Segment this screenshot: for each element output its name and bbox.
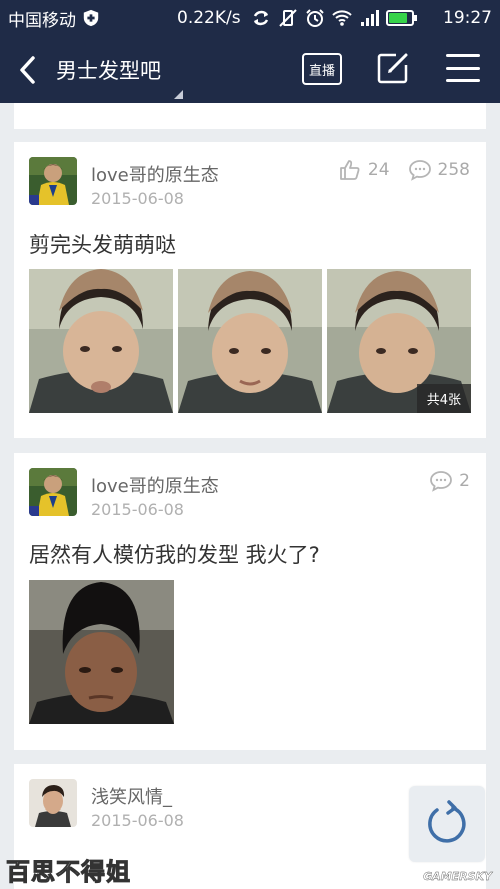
alarm-icon xyxy=(305,9,324,27)
shield-icon xyxy=(83,9,99,27)
sync-icon xyxy=(253,10,268,26)
compose-button[interactable] xyxy=(376,51,410,85)
network-speed: 0.22K/s xyxy=(177,8,241,28)
username[interactable]: 浅笑风情_ xyxy=(91,783,172,809)
live-button[interactable]: 直播 xyxy=(302,53,342,85)
chevron-left-icon xyxy=(20,55,35,84)
menu-icon-bar xyxy=(446,79,480,82)
battery-icon xyxy=(385,10,417,26)
post-stats: 24 258 xyxy=(338,158,470,182)
like-count: 24 xyxy=(367,160,390,180)
username[interactable]: love哥的原生态 xyxy=(91,472,219,498)
photo-count-badge: 共4张 xyxy=(416,384,471,413)
post-photo[interactable]: 共4张 xyxy=(327,269,471,413)
post-stats: 2 xyxy=(429,469,470,493)
post-photo[interactable] xyxy=(29,269,173,413)
battery-level xyxy=(388,13,408,23)
back-button[interactable] xyxy=(0,36,56,103)
avatar[interactable] xyxy=(29,468,77,516)
post-card[interactable]: love哥的原生态 2015-06-08 24 258 剪完头发萌萌哒 共4张 xyxy=(14,142,486,438)
menu-icon-bar xyxy=(446,54,480,57)
wifi-icon xyxy=(331,10,352,26)
comment-button[interactable]: 258 xyxy=(408,158,470,182)
carrier: 中国移动 xyxy=(8,6,100,31)
refresh-icon xyxy=(428,800,466,843)
refresh-button[interactable] xyxy=(409,786,485,862)
username[interactable]: love哥的原生态 xyxy=(91,161,219,187)
comment-icon xyxy=(430,471,453,492)
comment-icon xyxy=(408,160,431,181)
comment-button[interactable]: 2 xyxy=(429,469,470,493)
avatar-image xyxy=(29,157,77,205)
avatar[interactable] xyxy=(29,779,77,827)
live-button-label: 直播 xyxy=(308,63,335,79)
photo-grid: 共4张 xyxy=(29,269,471,413)
comment-count: 258 xyxy=(437,160,470,180)
watermark-baisibudejie: 百思不得姐 xyxy=(6,858,131,887)
avatar-image xyxy=(29,468,77,516)
post-date: 2015-06-08 xyxy=(91,500,184,519)
thumbs-up-icon xyxy=(340,160,360,180)
menu-icon-bar xyxy=(446,66,480,70)
post-photo[interactable] xyxy=(29,580,174,724)
carrier-name: 中国移动 xyxy=(8,10,76,31)
clock: 19:27 xyxy=(443,8,492,28)
avatar-image xyxy=(29,779,77,827)
menu-button[interactable] xyxy=(446,54,480,82)
previous-post-card[interactable] xyxy=(14,103,486,129)
forum-title-dropdown[interactable]: 男士发型吧 xyxy=(56,55,183,99)
post-text[interactable]: 剪完头发萌萌哒 xyxy=(29,229,176,259)
dropdown-corner-icon xyxy=(174,89,183,99)
status-bar: 中国移动 0.22K/s 19:27 xyxy=(0,0,500,36)
post-photo[interactable] xyxy=(178,269,322,413)
system-icons xyxy=(251,8,417,28)
signal-icon xyxy=(360,10,379,26)
post-date: 2015-06-08 xyxy=(91,189,184,208)
edit-icon xyxy=(377,53,408,84)
forum-title: 男士发型吧 xyxy=(56,58,161,83)
post-date: 2015-06-08 xyxy=(91,811,184,830)
nav-bar: 男士发型吧 直播 xyxy=(0,36,500,103)
post-text[interactable]: 居然有人模仿我的发型 我火了? xyxy=(29,539,320,569)
avatar[interactable] xyxy=(29,157,77,205)
like-button[interactable]: 24 xyxy=(338,158,390,182)
comment-count: 2 xyxy=(459,471,470,491)
vibrate-off-icon xyxy=(278,9,297,27)
watermark-gamersky: GAMERSKY xyxy=(423,870,492,883)
post-card[interactable]: love哥的原生态 2015-06-08 2 居然有人模仿我的发型 我火了? xyxy=(14,453,486,750)
